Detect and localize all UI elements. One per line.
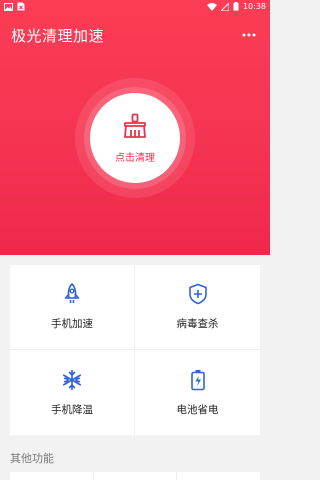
app-title: 极光清理加速 — [11, 26, 105, 45]
feature-label: 病毒查杀 — [176, 318, 219, 330]
feature-battery-saver[interactable]: 电池省电 — [135, 350, 260, 435]
status-bar: 10:38 — [0, 0, 270, 13]
rocket-icon — [62, 283, 82, 309]
sim-notification-icon — [17, 2, 25, 11]
header-banner: 10:38 极光清理加速 点击清理 — [0, 0, 270, 255]
feature-label: 手机加速 — [51, 318, 93, 330]
signal-icon — [220, 2, 229, 11]
other-features-title: 其他功能 — [10, 452, 54, 465]
feature-label: 电池省电 — [176, 403, 219, 416]
battery-icon — [233, 2, 239, 11]
other-feature-card[interactable] — [176, 472, 261, 480]
status-time: 10:38 — [242, 2, 266, 11]
other-feature-card[interactable] — [10, 472, 93, 480]
image-notification-icon — [4, 2, 13, 11]
more-dots-icon — [242, 33, 256, 37]
wifi-icon — [206, 2, 217, 11]
feature-phone-boost[interactable]: 手机加速 — [10, 265, 135, 350]
broom-icon — [122, 113, 148, 143]
other-feature-card[interactable] — [92, 472, 177, 480]
shield-plus-icon — [188, 283, 208, 309]
feature-phone-cooling[interactable]: 手机降温 — [10, 350, 135, 435]
feature-virus-scan[interactable]: 病毒查杀 — [135, 265, 260, 350]
more-menu-button[interactable] — [238, 24, 260, 46]
feature-label: 手机降温 — [51, 403, 93, 416]
feature-grid: 手机加速 病毒查杀 手机降温 电池省电 — [10, 265, 260, 435]
snowflake-icon — [61, 369, 83, 395]
app-bar: 极光清理加速 — [0, 18, 270, 52]
other-features-list — [10, 472, 261, 480]
battery-charging-icon — [190, 369, 206, 395]
clean-button[interactable]: 点击清理 — [90, 93, 180, 183]
clean-button-label: 点击清理 — [115, 152, 155, 164]
